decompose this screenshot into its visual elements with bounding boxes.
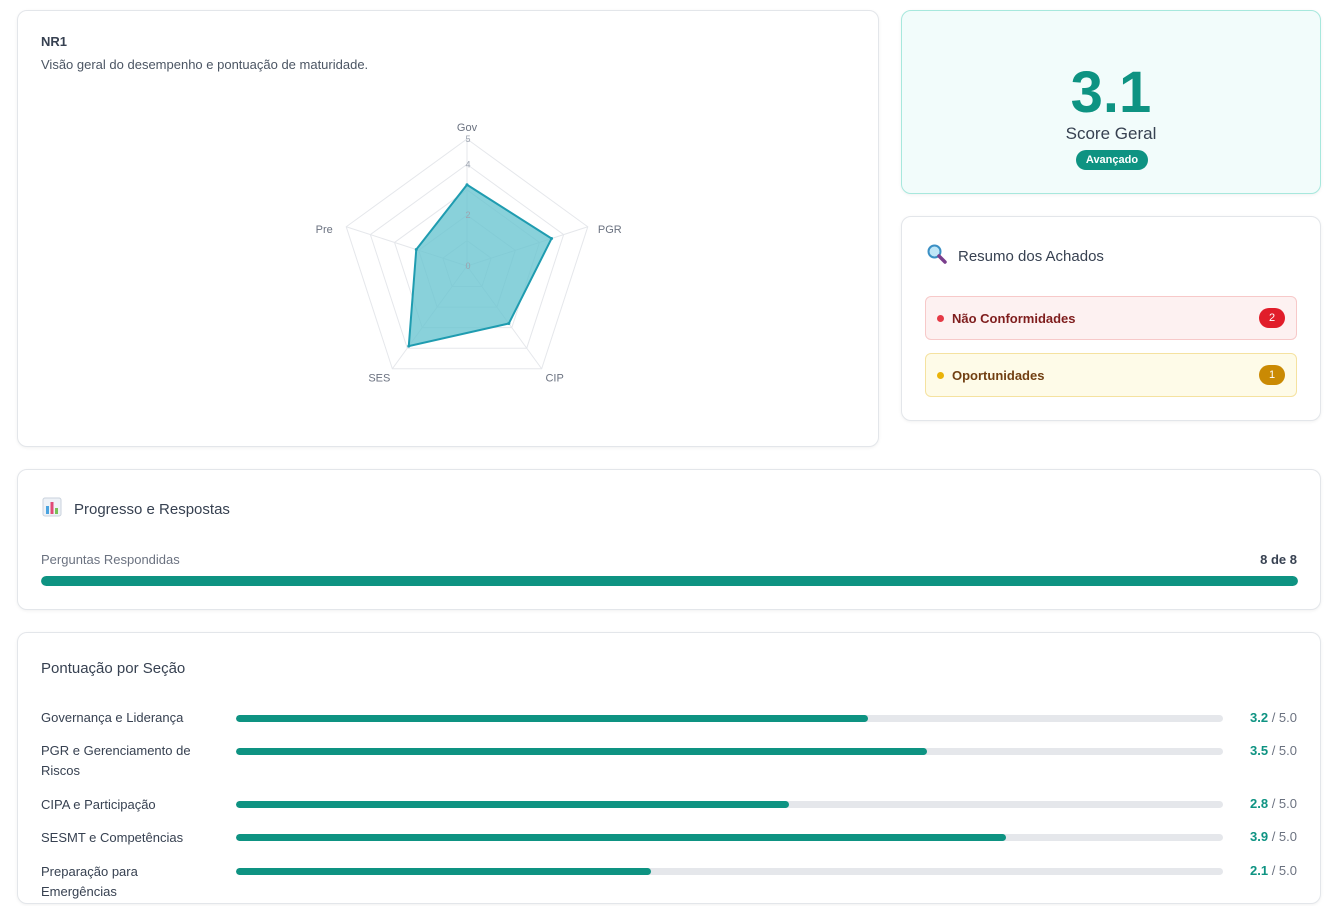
- finding-label: Não Conformidades: [952, 310, 1076, 326]
- radar-series-area: [407, 183, 553, 348]
- radar-axis-label: CIP: [545, 373, 563, 385]
- radar-point-cip: [507, 322, 511, 326]
- score-card: 3.1 Score Geral Avançado: [901, 10, 1321, 194]
- section-score-max: / 5.0: [1271, 710, 1297, 725]
- status-dot: [937, 371, 944, 379]
- section-score-bar: [236, 801, 1223, 808]
- overall-score-value: 3.1: [1070, 60, 1152, 125]
- progress-header: Progresso e Respostas: [42, 497, 230, 522]
- section-name: SESMT e Competências: [41, 830, 184, 845]
- section-score-max: / 5.0: [1271, 829, 1297, 844]
- radar-point-pre: [414, 248, 418, 252]
- section-score-bar: [236, 834, 1223, 841]
- finding-label: Oportunidades: [952, 367, 1045, 383]
- section-name: Governança e Liderança: [41, 710, 184, 725]
- radar-tick-label: 0: [465, 261, 470, 271]
- section-score-text: 3.2 / 5.0: [1250, 710, 1297, 725]
- progress-title: Progresso e Respostas: [74, 501, 230, 518]
- maturity-badge: Avançado: [1076, 150, 1148, 170]
- overall-score-label: Score Geral: [1065, 124, 1157, 143]
- section-scores-title: Pontuação por Seção: [41, 660, 186, 677]
- section-score-bar: [236, 748, 1223, 755]
- section-score-max: / 5.0: [1271, 863, 1297, 878]
- section-name: CIPA e Participação: [41, 797, 156, 812]
- section-score-max: / 5.0: [1271, 743, 1297, 758]
- radar-axis-label: PGR: [598, 224, 622, 236]
- bar-chart-icon: [42, 497, 62, 522]
- radar-chart-card: NR1 Visão geral do desempenho e pontuaçã…: [17, 10, 879, 447]
- section-score-value: 3.9: [1250, 829, 1269, 844]
- progress-card: Progresso e Respostas Perguntas Respondi…: [17, 469, 1321, 610]
- count-badge: 2: [1259, 308, 1285, 328]
- progress-count: 8 de 8: [1260, 552, 1297, 567]
- progress-label: Perguntas Respondidas: [41, 552, 180, 567]
- section-score-bar: [236, 715, 1223, 722]
- radar-point-gov: [465, 183, 469, 187]
- status-dot: [937, 314, 944, 322]
- radar-tick-label: 5: [465, 134, 470, 144]
- count-badge: 1: [1259, 365, 1285, 385]
- finding-opportunities[interactable]: Oportunidades 1: [925, 353, 1297, 397]
- radar-chart: 0 2 4 5Gov PGR CIP SES Pre: [316, 122, 622, 385]
- radar-point-ses: [407, 344, 411, 348]
- radar-axis-label: Gov: [457, 122, 478, 134]
- section-name: Preparação para Emergências: [41, 864, 138, 899]
- findings-summary-card: Resumo dos Achados Não Conformidades 2 O…: [901, 216, 1321, 421]
- findings-header: Resumo dos Achados: [926, 243, 1104, 270]
- magnifier-icon: [926, 243, 948, 270]
- progress-bar: [41, 576, 1298, 586]
- section-name: PGR e Gerenciamento de Riscos: [41, 743, 191, 778]
- section-scores-card: Pontuação por Seção Governança e Lideran…: [17, 632, 1321, 904]
- section-score-value: 3.2: [1250, 710, 1269, 725]
- radar-tick-label: 2: [465, 210, 470, 220]
- section-score-max: / 5.0: [1271, 796, 1297, 811]
- radar-tick-label: 4: [465, 159, 470, 169]
- section-score-value: 2.1: [1250, 863, 1269, 878]
- section-score-bar-fill: [236, 801, 789, 808]
- finding-nonconformities[interactable]: Não Conformidades 2: [925, 296, 1297, 340]
- progress-bar-fill: [41, 576, 1298, 586]
- radar-point-pgr: [550, 237, 554, 241]
- radar-axis-label: Pre: [316, 224, 333, 236]
- section-score-text: 3.5 / 5.0: [1250, 743, 1297, 758]
- section-score-text: 2.8 / 5.0: [1250, 796, 1297, 811]
- section-score-value: 3.5: [1250, 743, 1269, 758]
- section-score-bar: [236, 868, 1223, 875]
- section-score-bar-fill: [236, 868, 651, 875]
- section-score-bar-fill: [236, 748, 927, 755]
- section-score-text: 2.1 / 5.0: [1250, 863, 1297, 878]
- section-score-text: 3.9 / 5.0: [1250, 829, 1297, 844]
- section-score-bar-fill: [236, 834, 1006, 841]
- section-score-bar-fill: [236, 715, 868, 722]
- section-score-value: 2.8: [1250, 796, 1269, 811]
- findings-title: Resumo dos Achados: [958, 248, 1104, 265]
- radar-axis-label: SES: [368, 373, 390, 385]
